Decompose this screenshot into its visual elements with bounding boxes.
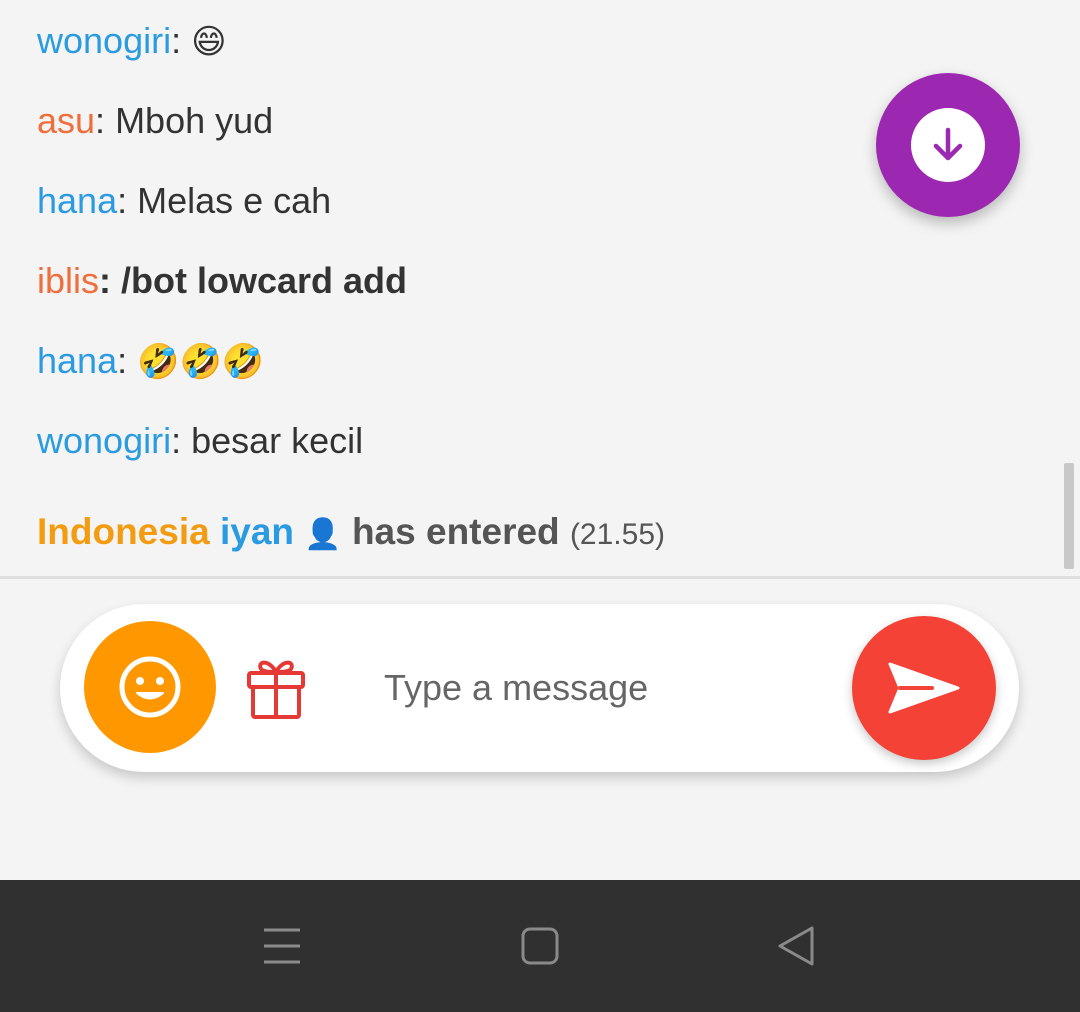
- chat-message: wonogiri: 😄: [37, 19, 227, 64]
- arrow-down-icon: [911, 108, 985, 182]
- message-separator: :: [117, 180, 138, 221]
- system-navigation-bar: [0, 880, 1080, 1012]
- message-text: /bot lowcard add: [121, 260, 408, 301]
- scroll-to-bottom-button[interactable]: [876, 73, 1020, 217]
- message-text: besar kecil: [191, 420, 364, 461]
- message-username[interactable]: hana: [37, 340, 117, 381]
- home-square-icon[interactable]: [510, 920, 570, 972]
- chat-message: wonogiri: besar kecil: [37, 419, 363, 463]
- message-username[interactable]: wonogiri: [37, 420, 171, 461]
- message-username[interactable]: iblis: [37, 260, 99, 301]
- smiley-icon: [119, 656, 181, 718]
- chat-message: hana: Melas e cah: [37, 179, 331, 223]
- message-text: 😄: [191, 22, 227, 62]
- gift-icon: [247, 660, 305, 719]
- back-triangle-icon[interactable]: [766, 920, 826, 972]
- system-username[interactable]: iyan: [220, 511, 294, 552]
- message-text: Mboh yud: [115, 100, 274, 141]
- chat-message: asu: Mboh yud: [37, 99, 273, 143]
- message-username[interactable]: asu: [37, 100, 95, 141]
- message-separator: :: [99, 260, 122, 301]
- system-country: Indonesia: [37, 511, 210, 552]
- chat-scrollbar[interactable]: [1064, 463, 1074, 569]
- gift-button[interactable]: [244, 654, 308, 722]
- message-separator: :: [171, 420, 192, 461]
- message-composer: [60, 604, 1019, 772]
- message-separator: :: [117, 340, 138, 381]
- chat-message: hana: 🤣🤣🤣: [37, 339, 264, 384]
- user-icon: 👤: [304, 517, 342, 552]
- chat-message: iblis: /bot lowcard add: [37, 259, 407, 303]
- system-entered-message: Indonesia iyan 👤 has entered (21.55): [37, 510, 665, 557]
- message-text: Melas e cah: [137, 180, 332, 221]
- message-separator: :: [171, 20, 192, 61]
- send-icon: [888, 662, 960, 714]
- system-timestamp: (21.55): [569, 518, 665, 551]
- message-separator: :: [95, 100, 116, 141]
- menu-icon[interactable]: [252, 920, 312, 972]
- message-input[interactable]: [380, 658, 834, 718]
- system-text: has entered: [351, 511, 560, 552]
- composer-divider: [0, 576, 1080, 579]
- send-button[interactable]: [852, 616, 996, 760]
- message-text: 🤣🤣🤣: [137, 342, 265, 382]
- message-username[interactable]: hana: [37, 180, 117, 221]
- emoji-button[interactable]: [84, 621, 216, 753]
- message-username[interactable]: wonogiri: [37, 20, 171, 61]
